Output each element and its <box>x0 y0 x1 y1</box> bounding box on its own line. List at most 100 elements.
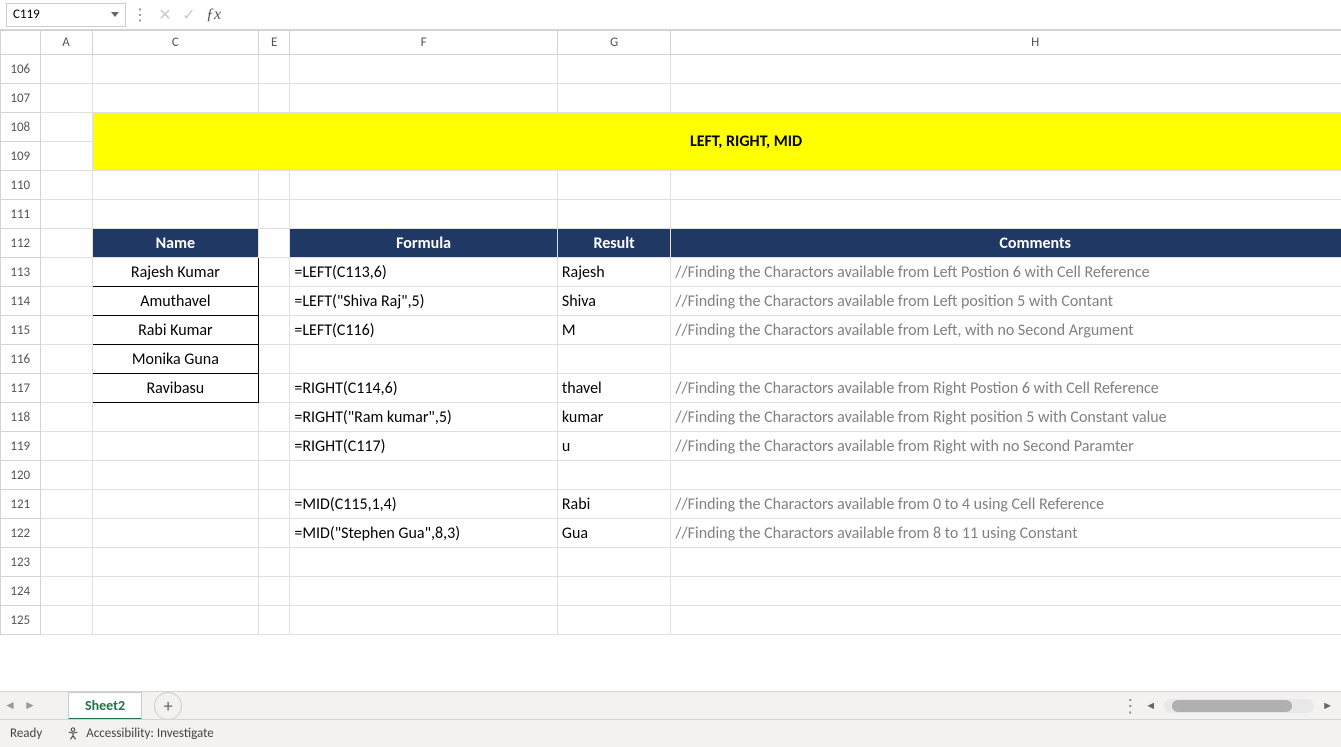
header-comments[interactable]: Comments <box>671 229 1341 258</box>
banner-title[interactable]: LEFT, RIGHT, MID <box>92 113 1341 171</box>
name-cell[interactable]: Rabi Kumar <box>92 316 259 345</box>
column-header[interactable]: H <box>671 31 1341 55</box>
cell[interactable] <box>671 606 1341 635</box>
formula-cell[interactable]: =MID(C115,1,4) <box>290 490 558 519</box>
name-cell[interactable]: Ravibasu <box>92 374 259 403</box>
cell[interactable] <box>259 548 290 577</box>
row-header[interactable]: 120 <box>1 461 41 490</box>
cell[interactable] <box>92 171 259 200</box>
row-header[interactable]: 117 <box>1 374 41 403</box>
cell[interactable] <box>40 229 92 258</box>
cell[interactable] <box>40 548 92 577</box>
row-header[interactable]: 110 <box>1 171 41 200</box>
column-header[interactable]: C <box>92 31 259 55</box>
more-icon[interactable]: ⋮ <box>1121 695 1137 717</box>
cell[interactable] <box>40 403 92 432</box>
cell[interactable] <box>259 374 290 403</box>
cell[interactable] <box>40 345 92 374</box>
row-header[interactable]: 125 <box>1 606 41 635</box>
cell[interactable] <box>40 171 92 200</box>
result-cell[interactable]: thavel <box>557 374 670 403</box>
cell[interactable] <box>92 606 259 635</box>
add-sheet-button[interactable]: + <box>154 692 182 720</box>
cell[interactable] <box>259 519 290 548</box>
cell[interactable] <box>40 316 92 345</box>
header-formula[interactable]: Formula <box>290 229 558 258</box>
comment-cell[interactable]: //Finding the Charactors available from … <box>671 403 1341 432</box>
comment-cell[interactable]: //Finding the Charactors available from … <box>671 519 1341 548</box>
cell[interactable] <box>40 287 92 316</box>
cell[interactable] <box>259 84 290 113</box>
column-header[interactable]: E <box>259 31 290 55</box>
accessibility-status[interactable]: Accessibility: Investigate <box>66 726 214 741</box>
cell[interactable] <box>40 142 92 171</box>
cell[interactable] <box>259 200 290 229</box>
cell[interactable] <box>40 200 92 229</box>
select-all-corner[interactable] <box>1 31 41 55</box>
cell[interactable] <box>40 577 92 606</box>
cell[interactable] <box>40 113 92 142</box>
row-header[interactable]: 113 <box>1 258 41 287</box>
cell[interactable] <box>92 577 259 606</box>
cell[interactable] <box>259 229 290 258</box>
cell[interactable] <box>290 606 558 635</box>
cell[interactable] <box>671 55 1341 84</box>
result-cell[interactable]: Shiva <box>557 287 670 316</box>
result-cell[interactable]: Rabi <box>557 490 670 519</box>
comment-cell[interactable] <box>671 461 1341 490</box>
scroll-right-icon[interactable]: ► <box>1322 699 1333 712</box>
comment-cell[interactable] <box>671 345 1341 374</box>
cell[interactable] <box>40 519 92 548</box>
cell[interactable] <box>92 55 259 84</box>
cell[interactable] <box>259 171 290 200</box>
row-header[interactable]: 116 <box>1 345 41 374</box>
cell[interactable] <box>557 84 670 113</box>
cell[interactable] <box>557 606 670 635</box>
formula-cell[interactable] <box>290 345 558 374</box>
horizontal-scrollbar[interactable] <box>1164 699 1314 713</box>
cell[interactable] <box>40 374 92 403</box>
formula-cell[interactable]: =MID("Stephen Gua",8,3) <box>290 519 558 548</box>
cell[interactable] <box>259 403 290 432</box>
sheet-tab-active[interactable]: Sheet2 <box>68 692 142 720</box>
comment-cell[interactable]: //Finding the Charactors available from … <box>671 258 1341 287</box>
result-cell[interactable]: Gua <box>557 519 670 548</box>
cell[interactable] <box>92 432 259 461</box>
cell[interactable] <box>92 403 259 432</box>
cell[interactable] <box>557 548 670 577</box>
cell[interactable] <box>92 548 259 577</box>
result-cell[interactable] <box>557 345 670 374</box>
cell[interactable] <box>557 200 670 229</box>
formula-cell[interactable]: =LEFT(C113,6) <box>290 258 558 287</box>
cell[interactable] <box>259 606 290 635</box>
cell[interactable] <box>671 171 1341 200</box>
comment-cell[interactable]: //Finding the Charactors available from … <box>671 432 1341 461</box>
cell[interactable] <box>290 200 558 229</box>
cell[interactable] <box>40 84 92 113</box>
cell[interactable] <box>40 432 92 461</box>
enter-formula-button[interactable]: ✓ <box>178 4 200 26</box>
cell[interactable] <box>40 461 92 490</box>
comment-cell[interactable]: //Finding the Charactors available from … <box>671 316 1341 345</box>
name-cell[interactable]: Amuthavel <box>92 287 259 316</box>
row-header[interactable]: 109 <box>1 142 41 171</box>
cell[interactable] <box>40 490 92 519</box>
cell[interactable] <box>40 258 92 287</box>
cell[interactable] <box>671 548 1341 577</box>
cell[interactable] <box>290 577 558 606</box>
formula-cell[interactable]: =RIGHT(C117) <box>290 432 558 461</box>
column-header[interactable]: F <box>290 31 558 55</box>
cell[interactable] <box>259 432 290 461</box>
cell[interactable] <box>40 55 92 84</box>
cell[interactable] <box>290 548 558 577</box>
cell[interactable] <box>259 461 290 490</box>
cell[interactable] <box>40 606 92 635</box>
formula-cell[interactable]: =RIGHT("Ram kumar",5) <box>290 403 558 432</box>
cell[interactable] <box>259 490 290 519</box>
row-header[interactable]: 115 <box>1 316 41 345</box>
formula-cell[interactable]: =RIGHT(C114,6) <box>290 374 558 403</box>
row-header[interactable]: 107 <box>1 84 41 113</box>
chevron-down-icon[interactable] <box>111 12 119 17</box>
spreadsheet-grid[interactable]: A C E F G H 106 107 108LEFT, RIGHT, MID … <box>0 30 1341 660</box>
result-cell[interactable]: u <box>557 432 670 461</box>
